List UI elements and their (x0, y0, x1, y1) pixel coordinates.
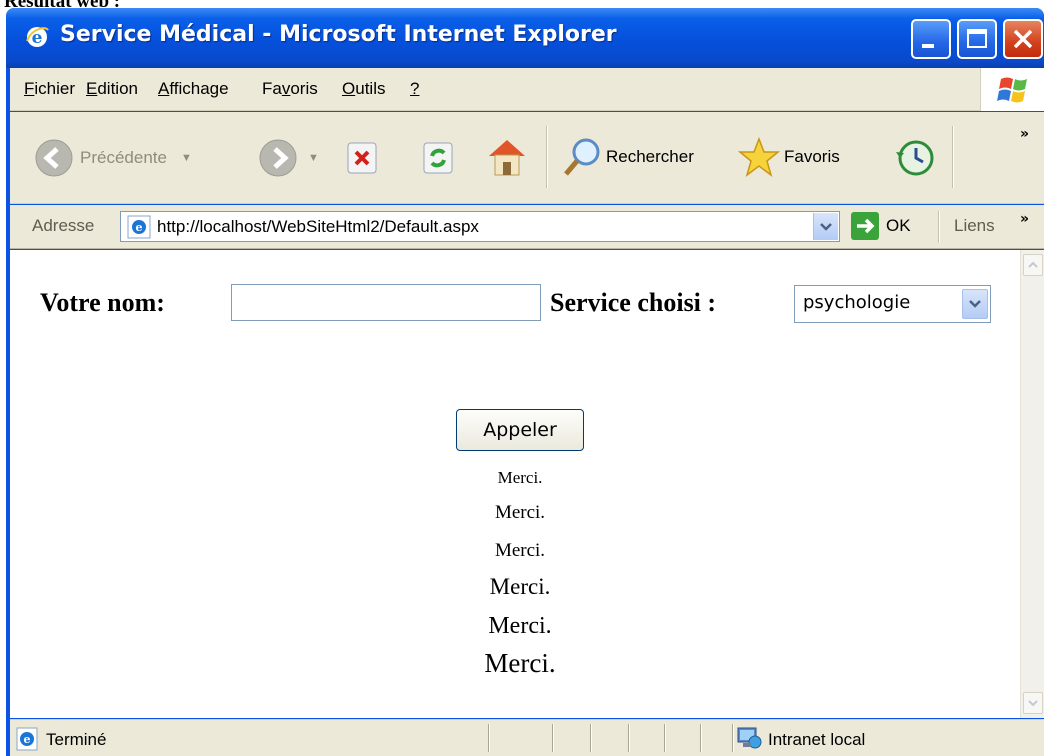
forward-dropdown-icon[interactable]: ▼ (308, 152, 319, 164)
go-arrow-icon (851, 212, 879, 240)
chevron-down-icon (969, 300, 981, 308)
forward-arrow-icon (259, 139, 297, 177)
back-arrow-icon (35, 139, 73, 177)
ie-logo-icon: e (26, 27, 49, 48)
back-button[interactable]: Précédente ▼ (34, 138, 192, 178)
standard-toolbar: Précédente ▼ ▼ Rechercher Favoris » (10, 112, 1044, 204)
status-bar: e Terminé Intranet local (10, 719, 1044, 756)
address-separator (938, 211, 940, 243)
minimize-icon (922, 44, 934, 48)
maximize-icon (967, 29, 987, 48)
status-divider (488, 724, 489, 752)
page-ie-icon: e (127, 215, 151, 239)
page-done-icon: e (16, 727, 38, 751)
security-zone: Intranet local (768, 730, 866, 749)
status-divider (628, 724, 629, 752)
menu-favoris[interactable]: Favoris (262, 79, 318, 99)
links-more-chevron[interactable]: » (1020, 211, 1029, 227)
chevron-down-icon (820, 222, 832, 231)
close-icon (1013, 29, 1033, 49)
search-button[interactable]: Rechercher (562, 136, 694, 178)
service-select[interactable]: psychologie (794, 285, 991, 323)
address-bar: Adresse e http://localhost/WebSiteHtml2/… (10, 205, 1044, 249)
refresh-icon (423, 142, 453, 174)
title-bar[interactable]: e Service Médical - Microsoft Internet E… (6, 8, 1044, 68)
svg-text:e: e (136, 221, 143, 234)
stop-button[interactable] (346, 140, 380, 176)
back-dropdown-icon[interactable]: ▼ (181, 152, 192, 164)
search-icon (564, 138, 600, 176)
toolbar-separator (952, 126, 954, 188)
status-divider (700, 724, 701, 752)
windows-flag-icon (997, 77, 1027, 103)
chevron-down-icon (1028, 700, 1038, 707)
scroll-up-button[interactable] (1023, 254, 1043, 276)
menu-edition[interactable]: Edition (86, 79, 138, 99)
service-selected-value: psychologie (803, 292, 911, 313)
menu-help[interactable]: ? (410, 79, 419, 99)
windows-logo (980, 68, 1044, 111)
address-input[interactable]: e http://localhost/WebSiteHtml2/Default.… (120, 211, 840, 242)
status-divider (552, 724, 553, 752)
address-label: Adresse (32, 216, 95, 235)
status-divider (732, 724, 733, 752)
address-dropdown-button[interactable] (813, 213, 838, 240)
status-divider (664, 724, 665, 752)
stop-icon (347, 142, 377, 174)
links-button[interactable]: Liens (954, 216, 995, 236)
service-dropdown-button[interactable] (962, 289, 988, 319)
maximize-button[interactable] (957, 19, 997, 59)
refresh-button[interactable] (422, 140, 456, 176)
window-title: Service Médical - Microsoft Internet Exp… (60, 22, 617, 47)
menu-fichier[interactable]: Fichier (24, 79, 75, 99)
scroll-down-button[interactable] (1023, 692, 1043, 714)
merci-message: Merci. (488, 613, 552, 639)
home-icon (489, 140, 525, 176)
svg-text:e: e (24, 733, 31, 746)
address-url: http://localhost/WebSiteHtml2/Default.as… (157, 217, 479, 236)
star-icon (738, 136, 780, 177)
history-button[interactable] (894, 136, 938, 180)
page-content: Votre nom: Service choisi : psychologie … (10, 250, 1044, 718)
service-label: Service choisi : (550, 288, 717, 317)
merci-message: Merci. (494, 540, 546, 561)
name-label: Votre nom: (40, 288, 165, 317)
merci-message: Merci. (497, 468, 543, 487)
appeler-button[interactable]: Appeler (456, 409, 584, 451)
toolbar-more-chevron[interactable]: » (1020, 126, 1029, 142)
menu-outils[interactable]: Outils (342, 79, 385, 99)
home-button[interactable] (484, 134, 530, 180)
vertical-scrollbar[interactable] (1020, 250, 1044, 718)
browser-window: e Service Médical - Microsoft Internet E… (6, 8, 1044, 756)
chevron-up-icon (1028, 261, 1038, 268)
history-clock-icon (896, 140, 934, 176)
go-button[interactable]: OK (850, 211, 911, 241)
minimize-button[interactable] (911, 19, 951, 59)
menu-bar: Fichier Edition Affichage Favoris Outils… (10, 68, 1044, 111)
close-button[interactable] (1003, 19, 1043, 59)
menu-affichage[interactable]: Affichage (158, 79, 229, 99)
merci-message: Merci. (489, 574, 551, 599)
merci-message: Merci. (484, 648, 556, 678)
forward-button[interactable]: ▼ (258, 138, 319, 178)
toolbar-separator (546, 126, 548, 188)
name-input[interactable] (231, 284, 541, 321)
favorites-button[interactable]: Favoris (738, 136, 840, 178)
intranet-zone-icon (737, 727, 762, 749)
status-divider (590, 724, 591, 752)
merci-message: Merci. (494, 502, 546, 523)
status-text: Terminé (46, 730, 107, 749)
